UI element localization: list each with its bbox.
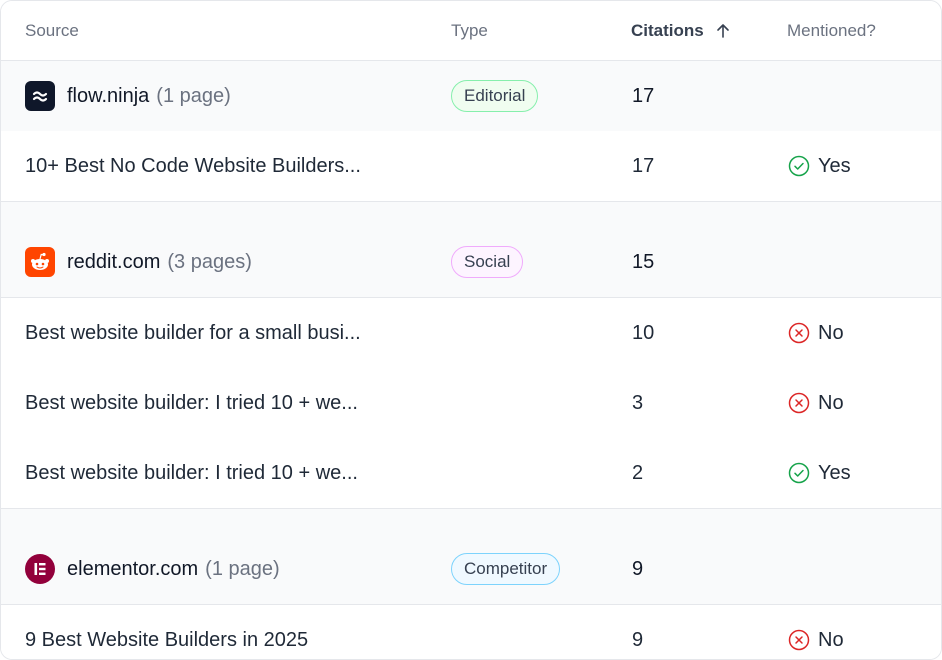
- x-circle-icon: [788, 629, 810, 651]
- column-header-source[interactable]: Source: [25, 1, 79, 61]
- citation-count: 3: [632, 391, 644, 414]
- check-circle-icon: [788, 462, 810, 484]
- citation-count: 15: [632, 250, 655, 273]
- citation-count: 2: [632, 461, 644, 484]
- page-row[interactable]: Best website builder: I tried 10 + we...…: [1, 368, 941, 439]
- flow-ninja-logo-icon: [25, 81, 55, 111]
- column-header-citations[interactable]: Citations: [631, 1, 732, 61]
- citation-count: 10: [632, 321, 655, 344]
- domain-name: flow.ninja: [67, 84, 150, 107]
- page-title[interactable]: 10+ Best No Code Website Builders...: [25, 155, 361, 178]
- page-row[interactable]: Best website builder for a small busi...…: [1, 298, 941, 369]
- page-title[interactable]: Best website builder: I tried 10 + we...: [25, 462, 358, 485]
- x-circle-icon: [788, 392, 810, 414]
- type-badge: Competitor: [451, 553, 561, 585]
- group-row-elementor[interactable]: elementor.com (1 page) Competitor 9: [1, 534, 941, 605]
- column-header-mentioned[interactable]: Mentioned?: [787, 1, 876, 61]
- mentioned-status: Yes: [818, 461, 851, 484]
- domain-name: reddit.com: [67, 250, 161, 273]
- page-count: (1 page): [205, 557, 280, 580]
- column-header-type[interactable]: Type: [451, 1, 488, 61]
- mentioned-status: No: [818, 628, 844, 651]
- page-row[interactable]: 10+ Best No Code Website Builders... 17 …: [1, 131, 941, 202]
- check-circle-icon: [788, 155, 810, 177]
- x-circle-icon: [788, 322, 810, 344]
- page-title[interactable]: Best website builder for a small busi...: [25, 322, 361, 345]
- column-header-citations-label: Citations: [631, 21, 704, 40]
- sources-table: Source Type Citations Mentioned? flow.ni…: [0, 0, 942, 660]
- page-count: (1 page): [156, 84, 231, 107]
- type-badge: Social: [451, 246, 524, 278]
- page-title[interactable]: 9 Best Website Builders in 2025: [25, 629, 308, 652]
- reddit-logo-icon: [25, 247, 55, 277]
- domain-name: elementor.com: [67, 557, 199, 580]
- type-badge: Editorial: [451, 80, 539, 112]
- mentioned-status: No: [818, 321, 844, 344]
- citation-count: 9: [632, 628, 644, 651]
- group-row-reddit[interactable]: reddit.com (3 pages) Social 15: [1, 227, 941, 298]
- elementor-logo-icon: [25, 554, 55, 584]
- sort-arrow-up-icon: [716, 24, 729, 38]
- group-divider: [1, 509, 941, 535]
- mentioned-status: Yes: [818, 154, 851, 177]
- page-count: (3 pages): [167, 250, 252, 273]
- citation-count: 17: [632, 84, 655, 107]
- page-row[interactable]: Best website builder: I tried 10 + we...…: [1, 438, 941, 509]
- mentioned-status: No: [818, 391, 844, 414]
- citation-count: 9: [632, 557, 644, 580]
- page-title[interactable]: Best website builder: I tried 10 + we...: [25, 392, 358, 415]
- citation-count: 17: [632, 154, 655, 177]
- group-divider: [1, 202, 941, 228]
- table-header: Source Type Citations Mentioned?: [1, 1, 941, 61]
- page-row[interactable]: 9 Best Website Builders in 2025 9 No: [1, 605, 941, 659]
- group-row-flow-ninja[interactable]: flow.ninja (1 page) Editorial 17: [1, 61, 941, 132]
